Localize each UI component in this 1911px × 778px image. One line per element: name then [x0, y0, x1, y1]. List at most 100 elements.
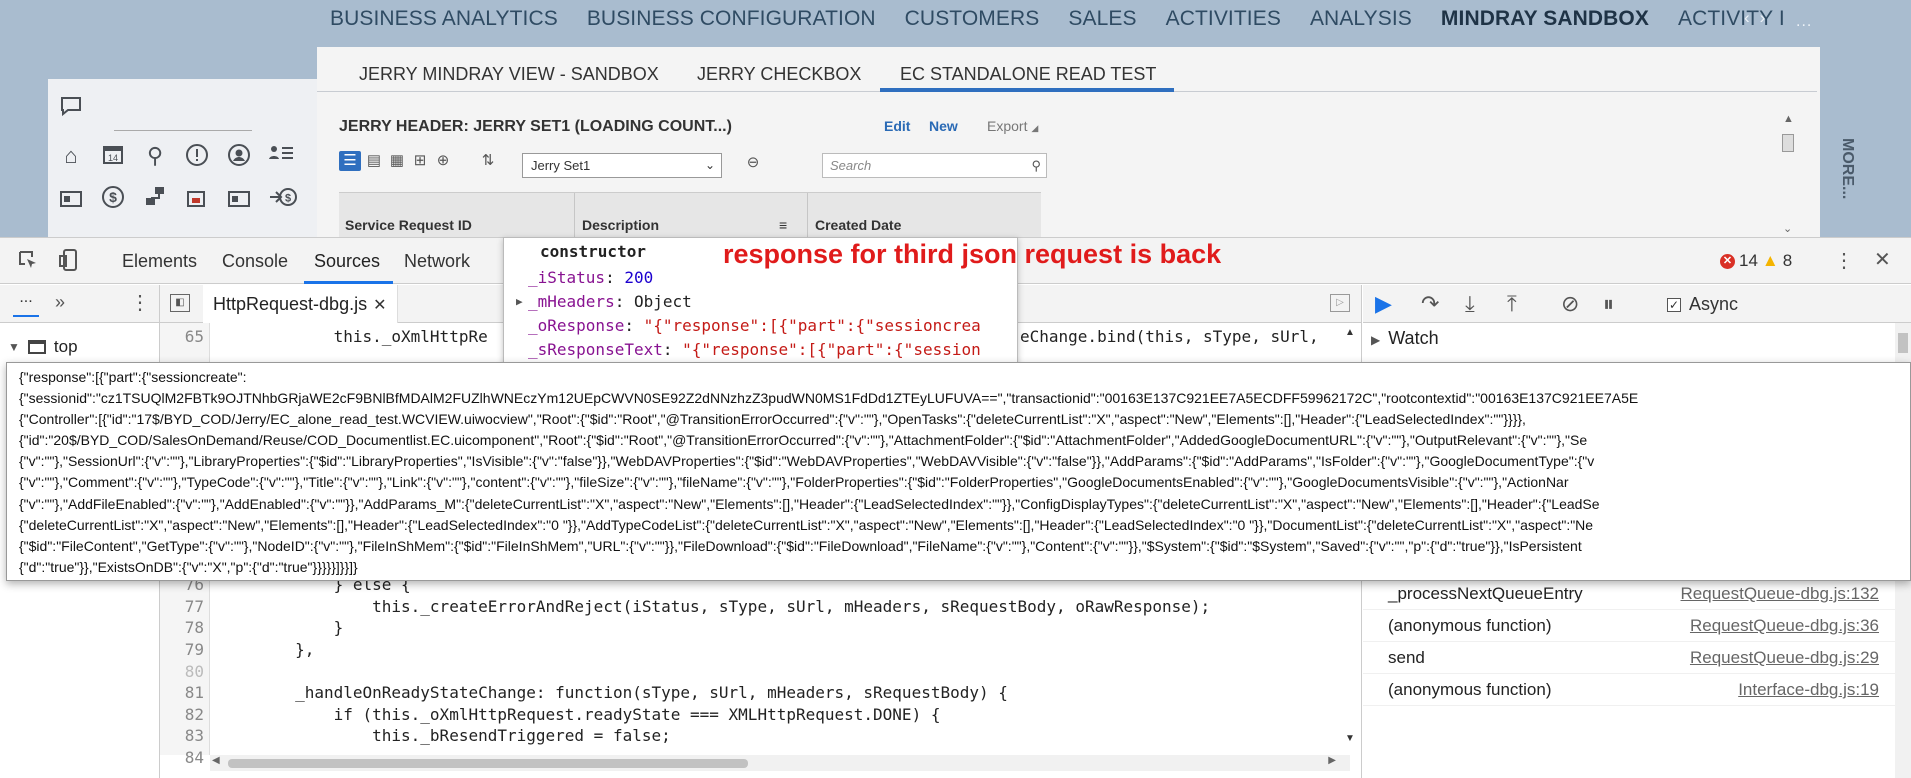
horizontal-scrollbar[interactable]: ◀ ▶ [210, 755, 1350, 771]
device-toolbar-icon[interactable] [58, 248, 80, 278]
double-chevron-icon[interactable]: » [55, 292, 65, 313]
scroll-thumb[interactable] [1898, 333, 1908, 353]
scroll-down-icon[interactable]: ▼ [1345, 733, 1355, 744]
search-input[interactable]: Search ⚲ [822, 153, 1047, 178]
line-number[interactable]: 65 [160, 327, 204, 346]
calendar-icon[interactable]: 14 [100, 143, 126, 169]
edit-button[interactable]: Edit [884, 118, 910, 134]
nav-item-mindray-sandbox[interactable]: MINDRAY SANDBOX [1441, 7, 1649, 31]
chevron-right-icon[interactable]: › [1760, 8, 1766, 28]
nav-more-button[interactable]: ... [1796, 13, 1812, 31]
alert-icon[interactable] [184, 143, 210, 169]
property-row[interactable]: _oResponse: "{"response":[{"part":{"sess… [528, 316, 981, 335]
table-view-icon[interactable]: ▦ [386, 151, 408, 171]
code-line[interactable]: 81 _handleOnReadyStateChange: function(s… [160, 683, 1340, 704]
compact-view-icon[interactable]: ▤ [363, 151, 385, 171]
kebab-menu-icon[interactable]: ⋮ [130, 290, 150, 315]
column-header-description[interactable]: Description [582, 217, 659, 233]
chat-icon[interactable] [58, 95, 84, 121]
inspect-element-icon[interactable] [17, 249, 39, 277]
nav-item-activities[interactable]: ACTIVITIES [1166, 7, 1281, 31]
line-number[interactable]: 84 [160, 748, 204, 767]
list-view-icon[interactable]: ☰ [339, 151, 361, 171]
nav-item-activity[interactable]: ACTIVITY I [1678, 7, 1785, 31]
call-frame[interactable]: send RequestQueue-dbg.js:29 [1363, 642, 1911, 674]
file-tab[interactable]: HttpRequest-dbg.js ✕ [203, 285, 398, 323]
nav-item-business-analytics[interactable]: BUSINESS ANALYTICS [330, 7, 558, 31]
nav-item-customers[interactable]: CUSTOMERS [905, 7, 1040, 31]
home-icon[interactable]: ⌂ [58, 143, 84, 169]
document-icon[interactable] [184, 188, 210, 214]
watch-section[interactable]: ▶ Watch [1371, 328, 1439, 349]
code-line[interactable]: 77 this._createErrorAndReject(iStatus, s… [160, 597, 1340, 618]
tab-network[interactable]: Network [404, 251, 470, 272]
line-number[interactable]: 79 [160, 640, 204, 659]
property-row[interactable]: _iStatus: 200 [528, 268, 653, 287]
line-number[interactable]: 78 [160, 618, 204, 637]
call-frame-location[interactable]: RequestQueue-dbg.js:132 [1681, 584, 1879, 604]
close-icon[interactable]: ✕ [373, 297, 386, 314]
column-header-service-request-id[interactable]: Service Request ID [345, 217, 472, 233]
deactivate-breakpoints-icon[interactable]: ⊘ [1561, 291, 1579, 317]
tab-sources[interactable]: Sources [314, 251, 380, 272]
close-icon[interactable]: ✕ [1874, 247, 1891, 272]
line-number[interactable]: 77 [160, 597, 204, 616]
scroll-down-icon[interactable]: ⌄ [1783, 222, 1792, 235]
contact-card-icon[interactable] [226, 188, 252, 214]
frame-tree-item[interactable]: ▼ top [8, 337, 78, 357]
toggle-navigator-icon[interactable]: ◧ [170, 294, 190, 312]
tab-ec-standalone-read-test[interactable]: EC STANDALONE READ TEST [900, 64, 1156, 85]
call-frame-location[interactable]: Interface-dbg.js:19 [1738, 680, 1879, 700]
grid-view-icon[interactable]: ⊞ [409, 151, 431, 171]
dollar-icon[interactable]: $ [100, 185, 126, 211]
code-line[interactable]: 83 this._bResendTriggered = false; [160, 726, 1340, 747]
chevron-left-icon[interactable]: ‹ [1744, 8, 1750, 28]
search-icon[interactable]: ⚲ [142, 143, 168, 169]
nav-item-business-configuration[interactable]: BUSINESS CONFIGURATION [587, 7, 876, 31]
line-number[interactable]: 82 [160, 705, 204, 724]
code-line[interactable]: 78 } [160, 618, 1340, 639]
code-line[interactable]: 79 }, [160, 640, 1340, 661]
tab-elements[interactable]: Elements [122, 251, 197, 272]
team-list-icon[interactable] [268, 143, 294, 169]
tab-jerry-checkbox[interactable]: JERRY CHECKBOX [697, 64, 861, 85]
column-header-created-date[interactable]: Created Date [815, 217, 901, 233]
search-icon[interactable]: ⚲ [1031, 154, 1041, 177]
line-number[interactable]: 81 [160, 683, 204, 702]
org-chart-icon[interactable] [142, 185, 168, 211]
issues-counter[interactable]: ✕ 14 ▲ 8 [1720, 251, 1792, 271]
scroll-up-icon[interactable]: ▲ [1783, 113, 1794, 125]
new-button[interactable]: New [929, 118, 958, 134]
tab-console[interactable]: Console [222, 251, 288, 272]
query-select[interactable]: Jerry Set1 ⌄ [522, 153, 722, 178]
step-over-icon[interactable]: ↷ [1421, 291, 1439, 317]
call-frame[interactable]: _processNextQueueEntry RequestQueue-dbg.j… [1363, 578, 1911, 610]
kebab-menu-icon[interactable]: ⋮ [1834, 248, 1854, 273]
property-row[interactable]: ▶ _mHeaders: Object [516, 292, 692, 311]
expand-triangle-icon[interactable]: ▶ [516, 295, 523, 308]
code-line[interactable]: 80 [160, 662, 1340, 683]
nav-item-analysis[interactable]: ANALYSIS [1310, 7, 1412, 31]
async-checkbox[interactable]: ✓ Async [1667, 294, 1738, 315]
id-card-icon[interactable] [58, 188, 84, 214]
toggle-debugger-icon[interactable]: ▷ [1330, 294, 1350, 312]
pause-on-exceptions-icon[interactable]: ⏸ [1603, 291, 1614, 317]
call-frame[interactable]: (anonymous function) Interface-dbg.js:19 [1363, 674, 1911, 706]
scroll-thumb[interactable] [228, 759, 748, 768]
filter-lines-icon[interactable]: ≡ [779, 217, 787, 233]
sort-icon[interactable]: ⇅ [477, 151, 499, 171]
line-number[interactable]: 80 [160, 662, 204, 681]
scroll-up-icon[interactable]: ▲ [1345, 327, 1355, 338]
tab-jerry-mindray-view[interactable]: JERRY MINDRAY VIEW - SANDBOX [359, 64, 659, 85]
property-row[interactable]: _sResponseText: "{"response":[{"part":{"… [528, 340, 981, 359]
line-number[interactable]: 83 [160, 726, 204, 745]
navigator-tab[interactable]: ... [13, 289, 39, 317]
scroll-left-icon[interactable]: ◀ [212, 755, 220, 766]
more-side-button[interactable]: MORE... [1838, 138, 1856, 199]
code-line[interactable]: 82 if (this._oXmlHttpRequest.readyState … [160, 705, 1340, 726]
export-menu[interactable]: Export ◢ [987, 118, 1038, 134]
scroll-right-icon[interactable]: ▶ [1328, 755, 1336, 766]
nav-item-sales[interactable]: SALES [1068, 7, 1136, 31]
globe-icon[interactable]: ⊕ [432, 151, 454, 171]
zoom-icon[interactable]: ⊖ [742, 153, 764, 173]
